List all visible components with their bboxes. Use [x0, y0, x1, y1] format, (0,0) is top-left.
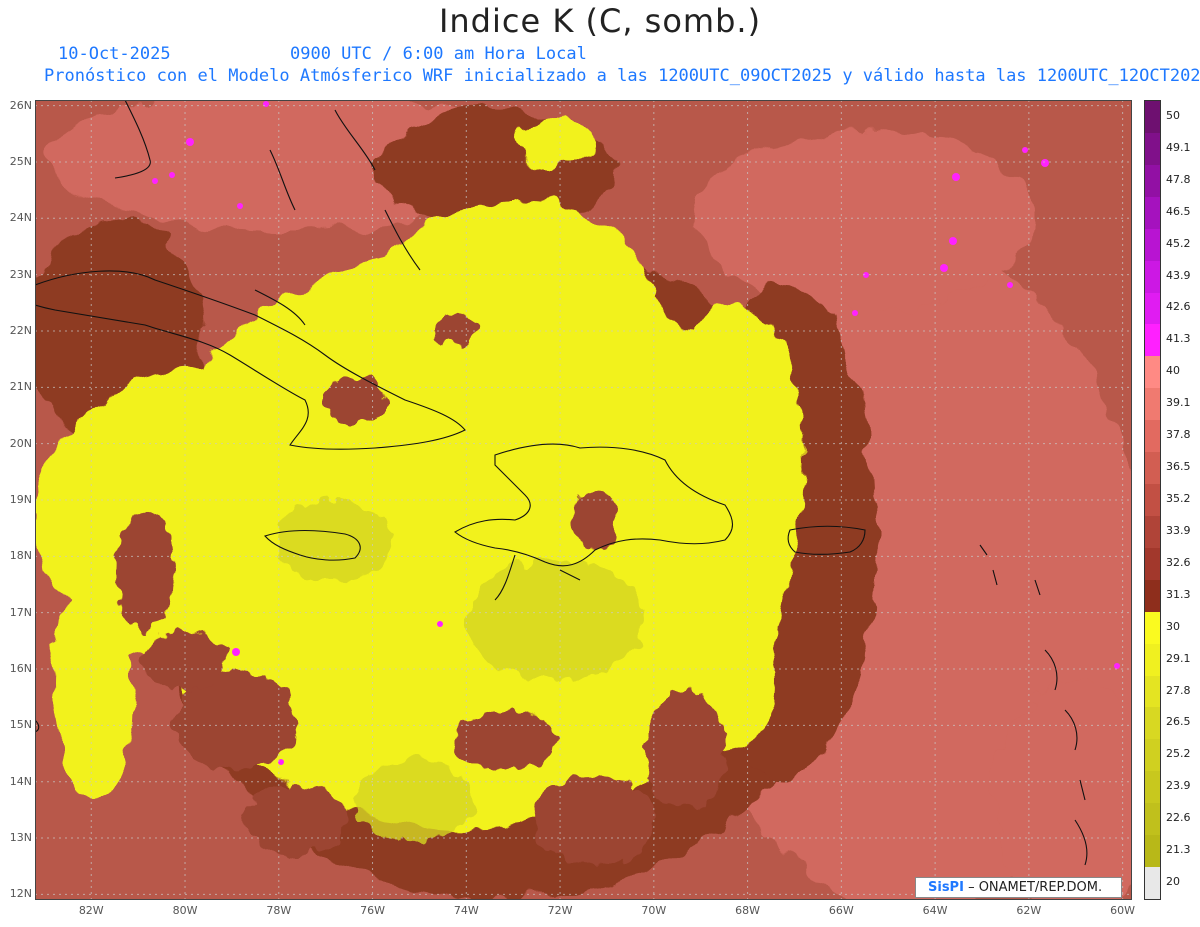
lat-tick-label: 20N [9, 436, 32, 450]
colorbar-label: 35.2 [1166, 492, 1191, 505]
colorbar-label: 47.8 [1166, 172, 1191, 186]
lat-tick-label: 14N [9, 774, 32, 788]
colorbar-label: 33.9 [1166, 523, 1191, 537]
colorbar-segment [1145, 835, 1160, 868]
colorbar-label: 49.1 [1166, 140, 1191, 154]
colorbar-segment [1145, 579, 1160, 613]
colorbar-label: 46.5 [1166, 204, 1191, 218]
lat-tick-label: 16N [9, 662, 32, 675]
colorbar-segment [1145, 292, 1160, 325]
lat-tick-label: 24N [9, 211, 32, 225]
lon-tick-label: 62W [1016, 904, 1042, 917]
lon-tick-label: 80W [172, 904, 198, 917]
credit-brand: SisPI [928, 880, 964, 895]
lon-tick-label: 66W [828, 904, 854, 917]
lat-tick-label: 21N [9, 380, 32, 394]
colorbar-segment [1145, 515, 1160, 549]
colorbar-label: 20 [1166, 875, 1180, 889]
colorbar-segment [1145, 452, 1160, 485]
colorbar-label: 31.3 [1166, 587, 1191, 601]
colorbar-label: 27.8 [1166, 683, 1191, 697]
map-title: Indice K (C, somb.) [438, 2, 762, 40]
lon-tick-label: 70W [641, 904, 667, 917]
colorbar [1144, 100, 1161, 900]
forecast-time: 0900 UTC / 6:00 am Hora Local [290, 44, 587, 64]
colorbar-segment [1145, 164, 1160, 198]
lat-tick-label: 22N [9, 323, 32, 337]
lat-tick-label: 23N [9, 267, 32, 281]
colorbar-label: 37.8 [1166, 428, 1191, 442]
credit-box: SisPI – ONAMET/REP.DOM. [915, 877, 1122, 898]
colorbar-segment [1145, 707, 1160, 740]
lat-tick-label: 25N [9, 154, 32, 168]
colorbar-segment [1145, 675, 1160, 708]
lon-tick-label: 74W [453, 904, 479, 917]
colorbar-label: 26.5 [1166, 715, 1191, 729]
colorbar-segment [1145, 739, 1160, 772]
colorbar-label: 30 [1166, 619, 1180, 633]
colorbar-segment [1145, 228, 1160, 262]
colorbar-label: 22.6 [1166, 811, 1191, 825]
lat-tick-label: 26N [9, 98, 32, 112]
lon-tick-label: 82W [78, 904, 104, 917]
lat-tick-label: 18N [9, 549, 32, 563]
colorbar-segment [1145, 101, 1160, 134]
lat-tick-label: 13N [9, 831, 32, 845]
colorbar-segment [1145, 771, 1160, 804]
colorbar-label: 45.2 [1166, 236, 1191, 250]
lon-tick-label: 68W [735, 904, 761, 917]
colorbar-segment [1145, 356, 1160, 389]
colorbar-label: 21.3 [1166, 843, 1191, 857]
colorbar-label: 43.9 [1166, 268, 1191, 282]
colorbar-segment [1145, 484, 1160, 517]
colorbar-segment [1145, 547, 1160, 581]
lon-tick-label: 64W [922, 904, 948, 917]
colorbar-label: 41.3 [1166, 332, 1191, 346]
forecast-description: Pronóstico con el Modelo Atmósferico WRF… [44, 66, 1200, 86]
colorbar-segment [1145, 420, 1160, 453]
lon-tick-label: 78W [266, 904, 292, 917]
lat-tick-label: 19N [9, 493, 32, 506]
colorbar-segment [1145, 643, 1160, 677]
lon-tick-label: 72W [547, 904, 573, 917]
lat-tick-label: 15N [9, 718, 32, 732]
credit-text: – ONAMET/REP.DOM. [968, 880, 1103, 895]
colorbar-label: 36.5 [1166, 460, 1191, 474]
colorbar-label: 42.6 [1166, 300, 1191, 314]
colorbar-label: 23.9 [1166, 779, 1191, 793]
colorbar-segment [1145, 132, 1160, 166]
colorbar-segment [1145, 803, 1160, 836]
colorbar-segment [1145, 196, 1160, 230]
lat-tick-label: 17N [9, 605, 32, 619]
colorbar-segment [1145, 388, 1160, 421]
map-frame [35, 100, 1132, 900]
colorbar-label: 50 [1166, 108, 1180, 122]
colorbar-label: 25.2 [1166, 747, 1191, 761]
lon-tick-label: 60W [1110, 904, 1136, 917]
forecast-date: 10-Oct-2025 [58, 44, 171, 64]
colorbar-label: 29.1 [1166, 651, 1191, 665]
colorbar-segment [1145, 324, 1160, 357]
lon-tick-label: 76W [360, 904, 385, 917]
colorbar-segment [1145, 611, 1160, 645]
colorbar-label: 32.6 [1166, 555, 1191, 569]
colorbar-segment [1145, 260, 1160, 293]
colorbar-segment [1145, 867, 1160, 900]
colorbar-label: 40 [1166, 364, 1180, 378]
lat-tick-label: 12N [9, 887, 32, 901]
colorbar-label: 39.1 [1166, 396, 1191, 410]
